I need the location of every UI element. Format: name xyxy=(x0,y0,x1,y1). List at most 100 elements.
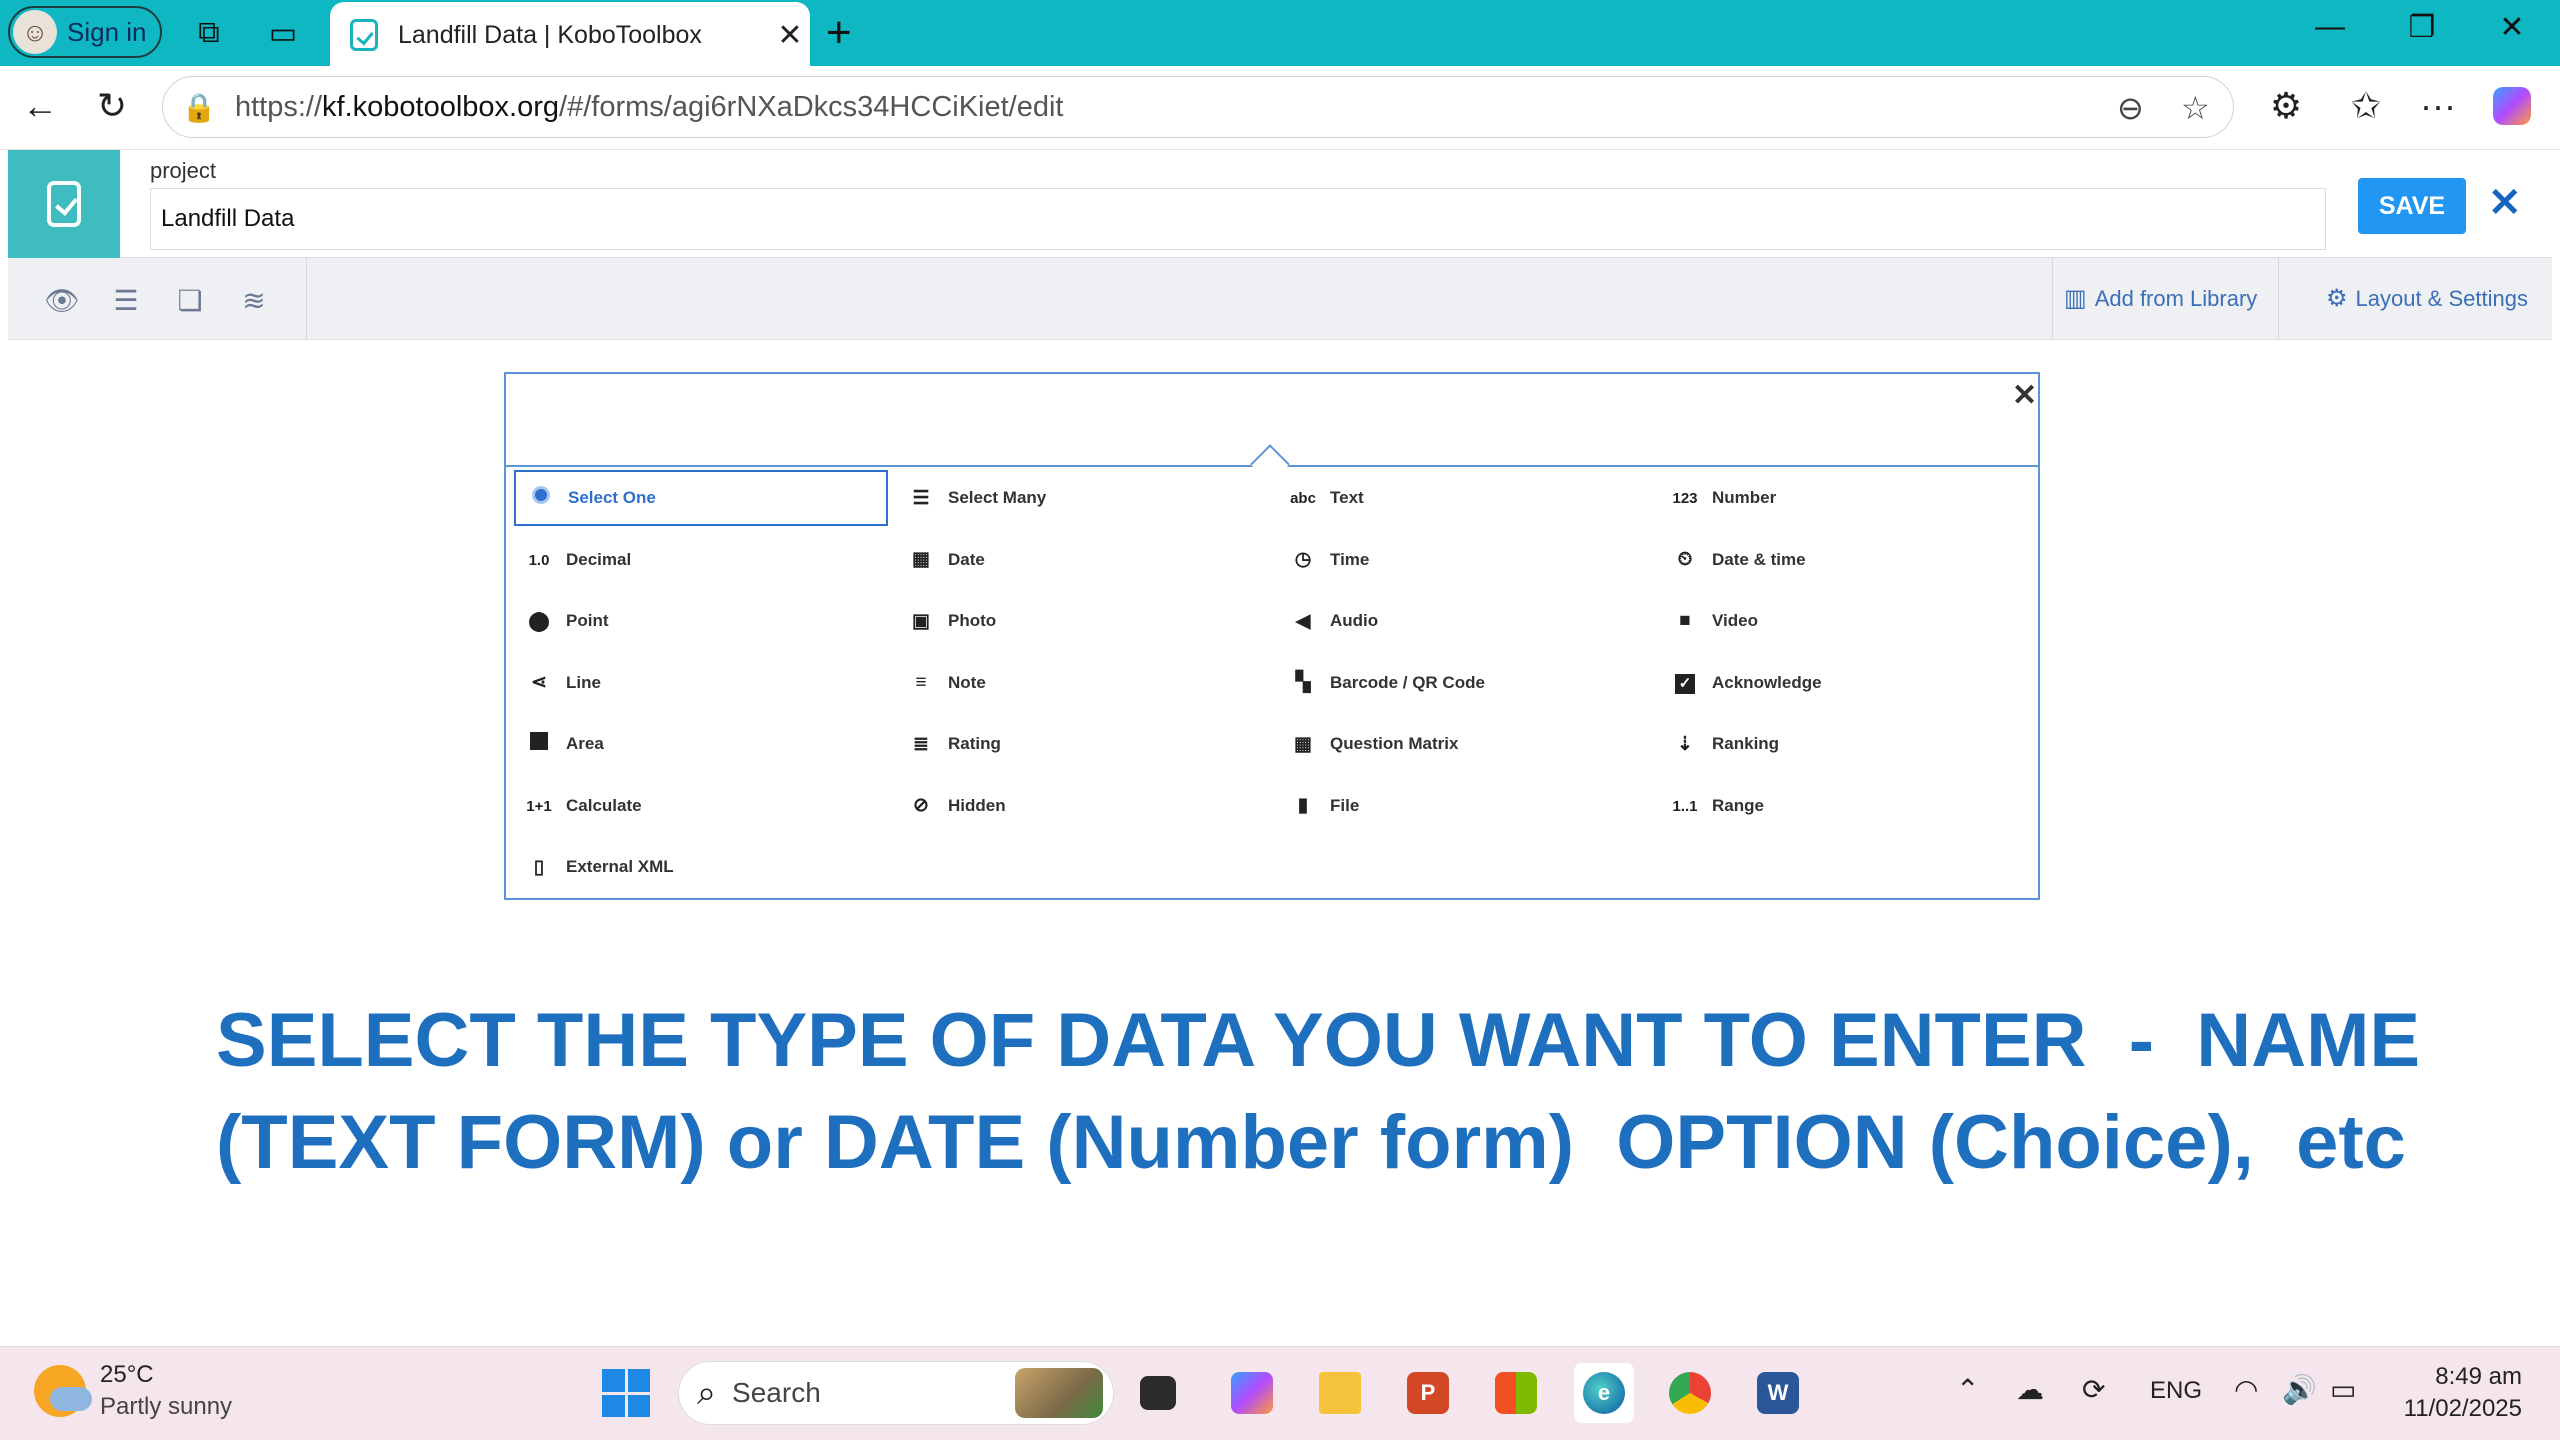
preview-eye-icon[interactable]: 👁 xyxy=(42,280,82,320)
volume-icon[interactable]: 🔊 xyxy=(2282,1373,2317,1406)
question-type-date[interactable]: ▦ Date xyxy=(896,532,1270,588)
question-type-calculate[interactable]: 1+1 Calculate xyxy=(514,778,888,834)
wifi-icon[interactable]: ◠ xyxy=(2234,1373,2258,1406)
profile-sign-in-button[interactable]: ☺ Sign in xyxy=(8,6,162,58)
weather-widget[interactable]: 25°C Partly sunny xyxy=(34,1359,232,1423)
microsoft-store-icon[interactable] xyxy=(1486,1363,1546,1423)
add-from-library-button[interactable]: ▥ Add from Library xyxy=(2064,284,2257,313)
gear-icon: ⚙ xyxy=(2326,285,2348,312)
task-view-icon[interactable] xyxy=(1128,1363,1188,1423)
restore-icon[interactable]: ❐ xyxy=(2392,10,2452,45)
question-type-label: Area xyxy=(566,734,604,753)
question-type-select-one[interactable]: Select One xyxy=(514,470,888,526)
layout-settings-label: Layout & Settings xyxy=(2355,285,2528,311)
extensions-icon[interactable]: ⚙ xyxy=(2264,84,2308,128)
layout-settings-button[interactable]: ⚙ Layout & Settings xyxy=(2326,284,2528,313)
pin-icon: ⬤ xyxy=(528,610,550,632)
photo-icon: ▣ xyxy=(912,610,930,632)
back-icon[interactable]: ← xyxy=(18,84,62,128)
question-type-select-many[interactable]: ☰ Select Many xyxy=(896,470,1270,526)
chrome-icon[interactable] xyxy=(1660,1363,1720,1423)
zoom-out-icon[interactable]: ⊖ xyxy=(2117,89,2144,127)
address-bar[interactable]: 🔒 https://kf.kobotoolbox.org/#/forms/agi… xyxy=(162,76,2234,138)
minimize-icon[interactable]: — xyxy=(2300,10,2360,44)
battery-icon[interactable]: ▭ xyxy=(2330,1373,2356,1406)
table-icon: ▦ xyxy=(1294,733,1312,755)
question-type-point[interactable]: ⬤ Point xyxy=(514,593,888,649)
url-text[interactable]: https://kf.kobotoolbox.org/#/forms/agi6r… xyxy=(235,91,1064,124)
question-type-ranking[interactable]: ⇣ Ranking xyxy=(1660,716,2034,772)
type-range-icon: 1..1 xyxy=(1672,797,1698,815)
more-menu-icon[interactable]: ··· xyxy=(2416,84,2460,128)
favorites-icon[interactable]: ✩ xyxy=(2344,84,2388,128)
onedrive-icon[interactable]: ☁ xyxy=(2016,1373,2044,1406)
question-type-rating[interactable]: ≣ Rating xyxy=(896,716,1270,772)
system-clock[interactable]: 8:49 am 11/02/2025 xyxy=(2380,1361,2522,1425)
favorite-star-icon[interactable]: ☆ xyxy=(2181,89,2210,127)
kobo-logo[interactable] xyxy=(8,150,120,258)
question-type-question-matrix[interactable]: ▦ Question Matrix xyxy=(1278,716,1652,772)
xml-file-icon: ▯ xyxy=(533,856,545,878)
question-type-video[interactable]: ■ Video xyxy=(1660,593,2034,649)
word-icon[interactable]: W xyxy=(1748,1363,1808,1423)
copilot-app-icon[interactable] xyxy=(1222,1363,1282,1423)
start-button[interactable] xyxy=(602,1369,650,1417)
close-form-icon[interactable]: ✕ xyxy=(2488,180,2522,226)
question-type-number[interactable]: 123 Number xyxy=(1660,470,2034,526)
instruction-caption: SELECT THE TYPE OF DATA YOU WANT TO ENTE… xyxy=(216,990,2476,1194)
question-type-photo[interactable]: ▣ Photo xyxy=(896,593,1270,649)
question-type-range[interactable]: 1..1 Range xyxy=(1660,778,2034,834)
question-type-barcode-qr-code[interactable]: ▚ Barcode / QR Code xyxy=(1278,655,1652,711)
toolbar-divider xyxy=(306,258,307,340)
square-icon xyxy=(524,732,554,756)
question-type-label: Number xyxy=(1712,488,1777,507)
project-label: project xyxy=(150,158,217,183)
question-type-acknowledge[interactable]: ✓ Acknowledge xyxy=(1660,655,2034,711)
active-tab[interactable]: Landfill Data | KoboToolbox ✕ xyxy=(330,2,810,68)
type-calculate-icon: 1+1 xyxy=(526,797,552,815)
vertical-tabs-icon[interactable]: ▭ xyxy=(264,14,302,52)
edge-browser-icon[interactable]: e xyxy=(1574,1363,1634,1423)
project-name-input[interactable]: Landfill Data xyxy=(150,188,2326,250)
question-type-date-time[interactable]: ⏲ Date & time xyxy=(1660,532,2034,588)
language-indicator[interactable]: ENG xyxy=(2150,1377,2202,1405)
taskbar-search[interactable]: ⌕ Search xyxy=(678,1361,1114,1425)
lock-icon[interactable]: 🔒 xyxy=(177,91,221,124)
question-type-label: Time xyxy=(1330,549,1370,569)
question-type-label: Ranking xyxy=(1712,734,1780,753)
tab-title: Landfill Data | KoboToolbox xyxy=(398,20,702,49)
question-type-text[interactable]: abc Text xyxy=(1278,470,1652,526)
question-type-label: File xyxy=(1330,795,1360,815)
copilot-icon[interactable] xyxy=(2490,84,2534,128)
group-questions-icon[interactable]: ≋ xyxy=(234,280,274,320)
skip-logic-icon[interactable]: ☰ xyxy=(106,280,146,320)
tab-close-icon[interactable]: ✕ xyxy=(770,18,810,53)
question-type-line[interactable]: ⋖ Line xyxy=(514,655,888,711)
show-hidden-icons-icon[interactable]: ⌃ xyxy=(1956,1373,1979,1406)
question-type-external-xml[interactable]: ▯ External XML xyxy=(514,839,888,895)
question-type-hidden[interactable]: ⊘ Hidden xyxy=(896,778,1270,834)
url-host: kf.kobotoolbox.org xyxy=(322,90,560,123)
close-picker-icon[interactable]: ✕ xyxy=(2012,378,2037,413)
question-type-label: Date xyxy=(948,549,985,569)
lines-icon: ≡ xyxy=(915,671,927,693)
close-window-icon[interactable]: ✕ xyxy=(2482,10,2542,45)
question-type-label: Question Matrix xyxy=(1330,734,1459,753)
temperature: 25°C xyxy=(100,1361,154,1388)
layers-icon[interactable]: ❏ xyxy=(170,280,210,320)
question-type-file[interactable]: ▮ File xyxy=(1278,778,1652,834)
sync-icon[interactable]: ⟳ xyxy=(2082,1373,2105,1406)
question-type-note[interactable]: ≡ Note xyxy=(896,655,1270,711)
powerpoint-icon[interactable]: P xyxy=(1398,1363,1458,1423)
save-button[interactable]: SAVE xyxy=(2358,178,2466,234)
question-type-area[interactable]: Area xyxy=(514,716,888,772)
question-type-decimal[interactable]: 1.0 Decimal xyxy=(514,532,888,588)
question-type-audio[interactable]: ◀ Audio xyxy=(1278,593,1652,649)
new-tab-icon[interactable]: + xyxy=(826,8,852,58)
refresh-icon[interactable]: ↻ xyxy=(90,84,134,128)
question-type-time[interactable]: ◷ Time xyxy=(1278,532,1652,588)
file-explorer-icon[interactable] xyxy=(1310,1363,1370,1423)
search-label: Search xyxy=(732,1377,821,1408)
workspaces-icon[interactable]: ⧉ xyxy=(190,14,228,52)
sort-icon: ⇣ xyxy=(1677,733,1693,755)
